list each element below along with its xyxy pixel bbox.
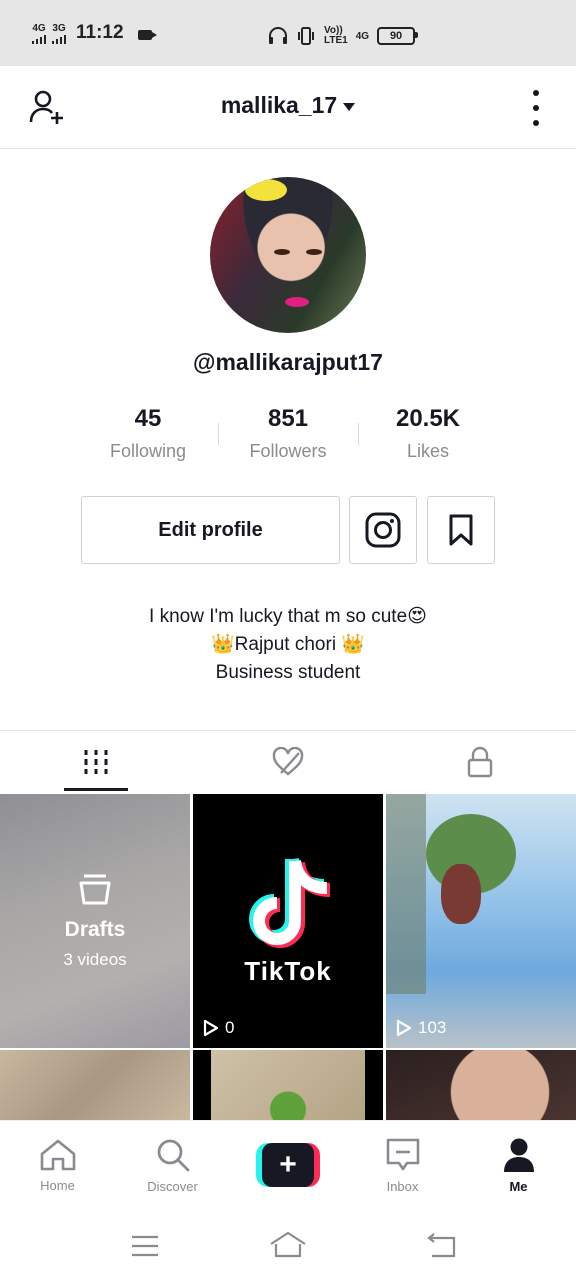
profile-tabs: [0, 730, 576, 793]
video-tile[interactable]: 103: [386, 794, 576, 1048]
drafts-title: Drafts: [64, 918, 126, 941]
instagram-button[interactable]: [349, 496, 417, 564]
status-bar: 4G 3G 11:12 Vo)) LTE1 4G 90: [0, 0, 576, 66]
nav-inbox[interactable]: Inbox: [345, 1121, 460, 1209]
battery-icon: 90: [377, 27, 419, 45]
signal-bars-icon: [32, 35, 46, 44]
volte-indicator: Vo)) LTE1: [324, 25, 348, 46]
home-icon: [40, 1139, 75, 1170]
system-nav: [0, 1208, 576, 1280]
home-system-button[interactable]: [268, 1230, 308, 1260]
liked-hidden-icon: [272, 747, 304, 776]
bio-line: 👑Rajput chori 👑: [211, 634, 365, 655]
profile-header: mallika_17: [0, 66, 576, 149]
more-dots-icon: [533, 90, 539, 96]
view-count: 0: [203, 1018, 234, 1038]
status-left: 4G 3G 11:12: [32, 22, 157, 44]
view-count-value: 103: [418, 1018, 447, 1037]
signal-3g: 3G: [52, 24, 66, 44]
recent-apps-button[interactable]: [130, 1234, 160, 1258]
bio-line: I know I'm lucky that m so cute😍: [149, 606, 427, 627]
stat-likes[interactable]: 20.5K Likes: [358, 405, 498, 465]
vibrate-icon: [298, 27, 314, 45]
drafts-icon: [79, 874, 111, 905]
lock-icon: [467, 746, 493, 778]
tab-private[interactable]: [384, 731, 576, 793]
stat-label: Followers: [249, 441, 327, 461]
stat-following[interactable]: 45 Following: [78, 405, 218, 465]
profile-handle: @mallikarajput17: [193, 349, 383, 375]
avatar[interactable]: [210, 177, 366, 333]
stat-label: Following: [109, 441, 187, 461]
inbox-icon: [386, 1138, 419, 1170]
nav-home[interactable]: Home: [0, 1121, 115, 1209]
video-tile[interactable]: [386, 1050, 576, 1120]
account-switcher[interactable]: mallika_17: [0, 92, 576, 119]
bio-line: Business student: [215, 662, 361, 683]
headphones-icon: [269, 27, 287, 44]
nav-me[interactable]: Me: [461, 1121, 576, 1209]
video-camera-icon: [137, 30, 157, 40]
create-button[interactable]: +: [256, 1143, 320, 1187]
plus-icon: +: [262, 1143, 314, 1187]
nav-label: Discover: [147, 1178, 198, 1194]
person-icon: [503, 1138, 534, 1172]
signal-4g: 4G: [32, 24, 46, 44]
profile-bio: I know I'm lucky that m so cute😍 👑Rajput…: [0, 603, 576, 687]
drafts-tile[interactable]: Drafts 3 videos: [0, 794, 190, 1048]
profile-stats: 45 Following 851 Followers 20.5K Likes: [78, 405, 498, 465]
grid-icon: [84, 750, 108, 774]
favorites-button[interactable]: [427, 496, 495, 564]
stat-value: 20.5K: [395, 405, 461, 432]
tiktok-wordmark: TikTok: [244, 956, 332, 986]
instagram-icon: [365, 512, 401, 548]
video-tile[interactable]: TikTok 0: [193, 794, 383, 1048]
tiktok-logo-icon: [249, 857, 331, 948]
nav-label: Inbox: [386, 1178, 419, 1194]
tab-videos[interactable]: [0, 731, 192, 793]
tab-liked[interactable]: [192, 731, 384, 793]
search-icon: [157, 1139, 189, 1171]
video-tile[interactable]: [193, 1050, 383, 1120]
stat-label: Likes: [406, 441, 450, 461]
drafts-count: 3 videos: [63, 950, 127, 969]
stat-followers[interactable]: 851 Followers: [218, 405, 358, 465]
active-tab-indicator: [64, 788, 128, 791]
more-options-button[interactable]: [526, 90, 546, 126]
edit-profile-button[interactable]: Edit profile: [81, 496, 340, 564]
status-time: 11:12: [76, 22, 124, 43]
caret-down-icon: [343, 102, 356, 111]
signal-bars-icon: [52, 35, 66, 44]
nav-discover[interactable]: Discover: [115, 1121, 230, 1209]
view-count-value: 0: [225, 1018, 235, 1037]
play-icon: [203, 1019, 219, 1037]
nav-label: Me: [509, 1178, 528, 1194]
bookmark-icon: [449, 514, 473, 546]
play-icon: [396, 1019, 412, 1037]
back-button[interactable]: [424, 1232, 458, 1260]
account-name: mallika_17: [220, 92, 338, 118]
status-right: Vo)) LTE1 4G 90: [268, 25, 419, 46]
stat-value: 851: [267, 405, 309, 432]
video-tile[interactable]: [0, 1050, 190, 1120]
view-count: 103: [396, 1018, 446, 1038]
network-4g: 4G: [355, 30, 370, 42]
nav-label: Home: [40, 1177, 75, 1193]
stat-value: 45: [134, 405, 162, 432]
